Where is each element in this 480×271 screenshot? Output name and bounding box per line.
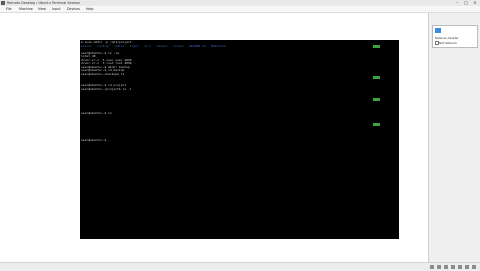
terminal-line: user@ubuntu:~/project$ ls -l	[81, 86, 132, 91]
menu-help[interactable]: Help	[86, 6, 94, 12]
terminal-line: user@ubuntu:~/backup$ ls	[81, 71, 125, 76]
terminal-line: user@ubuntu:~$ ls	[81, 111, 112, 115]
highlight-mark	[373, 123, 380, 126]
menu-bar: File Machine View Input Devices Help	[0, 6, 480, 13]
terminal-prompt: user@ubuntu:~$ _	[81, 138, 110, 142]
optical-icon[interactable]	[437, 265, 441, 269]
right-panel: Network Adapter NAT Network	[428, 13, 480, 262]
mouse-icon[interactable]	[472, 265, 476, 269]
hdd-icon[interactable]	[430, 265, 434, 269]
shared-folder-icon[interactable]	[451, 265, 455, 269]
menu-devices[interactable]: Devices	[67, 6, 80, 12]
terminal-line: build/ config/ data/ logs/ src/ tests/ t…	[81, 43, 226, 48]
menu-machine[interactable]: Machine	[19, 6, 33, 12]
device-subtitle: NAT Network	[439, 41, 458, 45]
usb-icon[interactable]	[444, 265, 448, 269]
highlight-mark	[373, 44, 380, 48]
device-card[interactable]: Network Adapter NAT Network	[432, 25, 478, 48]
highlight-mark	[373, 76, 380, 79]
keyboard-icon[interactable]	[465, 265, 469, 269]
device-title: Network Adapter	[435, 36, 459, 40]
display-icon[interactable]	[458, 265, 462, 269]
menu-view[interactable]: View	[38, 6, 46, 12]
terminal-window[interactable]: $ sudo mkdir -p /opt/project build/ conf…	[80, 40, 399, 239]
app-icon	[1, 1, 5, 5]
network-icon	[435, 28, 441, 33]
menu-file[interactable]: File	[6, 6, 12, 12]
highlight-mark	[373, 98, 380, 101]
menu-input[interactable]: Input	[52, 6, 61, 12]
